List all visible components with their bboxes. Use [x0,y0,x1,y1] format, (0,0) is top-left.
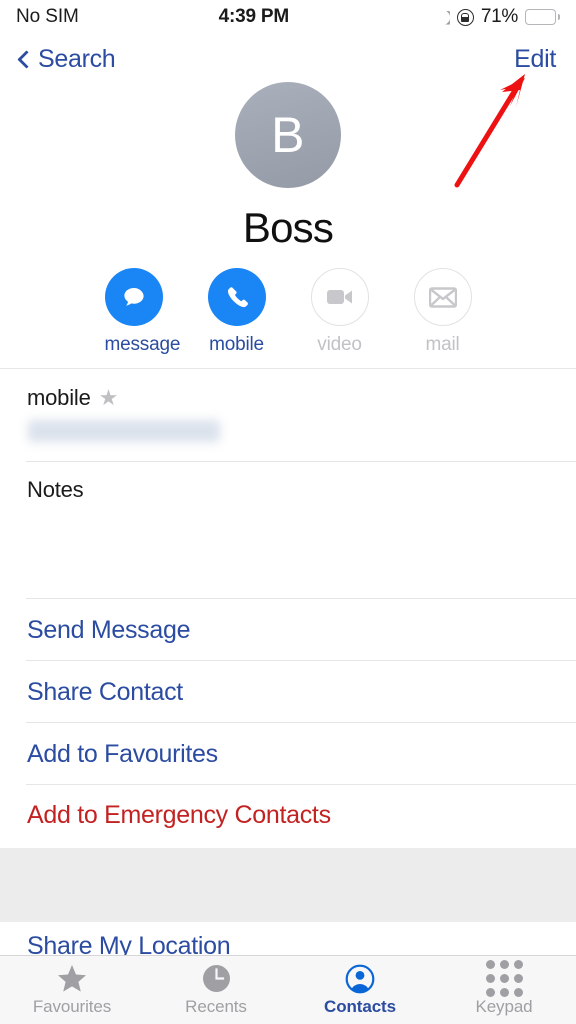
quick-action-row: message mobile video mail [0,268,576,356]
action-message-label: message [104,334,181,355]
tab-recents-label: Recents [185,996,247,1016]
avatar-initial: B [271,107,305,163]
star-icon [0,964,144,994]
tab-bar: Favourites Recents Contacts Keypad [0,955,576,1024]
action-mail-label: mail [425,334,460,355]
rotation-lock-icon [456,8,474,26]
divider-link-1 [26,660,576,661]
divider-top [0,368,576,369]
action-video-label: video [317,334,362,355]
notes-field-label: Notes [27,477,84,502]
battery-icon [525,9,560,25]
tab-keypad[interactable]: Keypad [432,960,576,1017]
message-bubble-icon [104,268,163,326]
add-to-favourites-row[interactable]: Add to Favourites [27,740,218,769]
tab-recents[interactable]: Recents [144,964,288,1017]
clock-label: 4:39 PM [218,6,290,27]
back-button-label: Search [38,44,116,73]
tab-favourites[interactable]: Favourites [0,964,144,1017]
avatar[interactable]: B [235,82,341,188]
tab-contacts-label: Contacts [324,996,396,1016]
divider-notes-links [26,598,576,599]
video-camera-icon [310,268,369,326]
action-mail: mail [413,268,472,356]
phone-icon [207,268,266,326]
action-video: video [310,268,369,356]
clock-icon [144,964,288,994]
navigation-bar: Search Edit [0,36,576,82]
action-mobile[interactable]: mobile [207,268,266,356]
contact-name: Boss [242,204,334,251]
status-indicators: 71% [435,6,560,28]
divider-phone-notes [26,461,576,462]
section-gap [0,848,576,922]
chevron-left-icon [17,49,36,69]
share-contact-row[interactable]: Share Contact [27,678,183,707]
phone-number-redacted[interactable] [28,420,220,442]
person-circle-icon [288,964,432,994]
send-message-row[interactable]: Send Message [27,616,190,645]
tab-contacts[interactable]: Contacts [288,964,432,1017]
moon-icon [435,10,450,25]
action-message[interactable]: message [104,268,181,356]
battery-percent-label: 71% [480,6,518,27]
carrier-label: No SIM [16,6,79,27]
keypad-icon [432,960,576,997]
action-mobile-label: mobile [209,334,264,355]
divider-link-3 [26,784,576,785]
phone-field-label: mobile [27,385,91,410]
envelope-icon [413,268,472,326]
status-bar: No SIM 4:39 PM 71% [0,0,576,34]
phone-field[interactable]: mobile ★ [27,385,118,411]
star-icon: ★ [98,385,119,410]
tab-favourites-label: Favourites [32,996,112,1016]
contact-detail-screen: No SIM 4:39 PM 71% Search Edit B Boss me… [0,0,576,1024]
add-to-emergency-contacts-row[interactable]: Add to Emergency Contacts [27,801,331,830]
edit-button[interactable]: Edit [514,45,556,74]
contact-header: B Boss [0,82,576,252]
back-button-search[interactable]: Search [17,44,116,74]
divider-link-2 [26,722,576,723]
tab-keypad-label: Keypad [475,996,533,1016]
